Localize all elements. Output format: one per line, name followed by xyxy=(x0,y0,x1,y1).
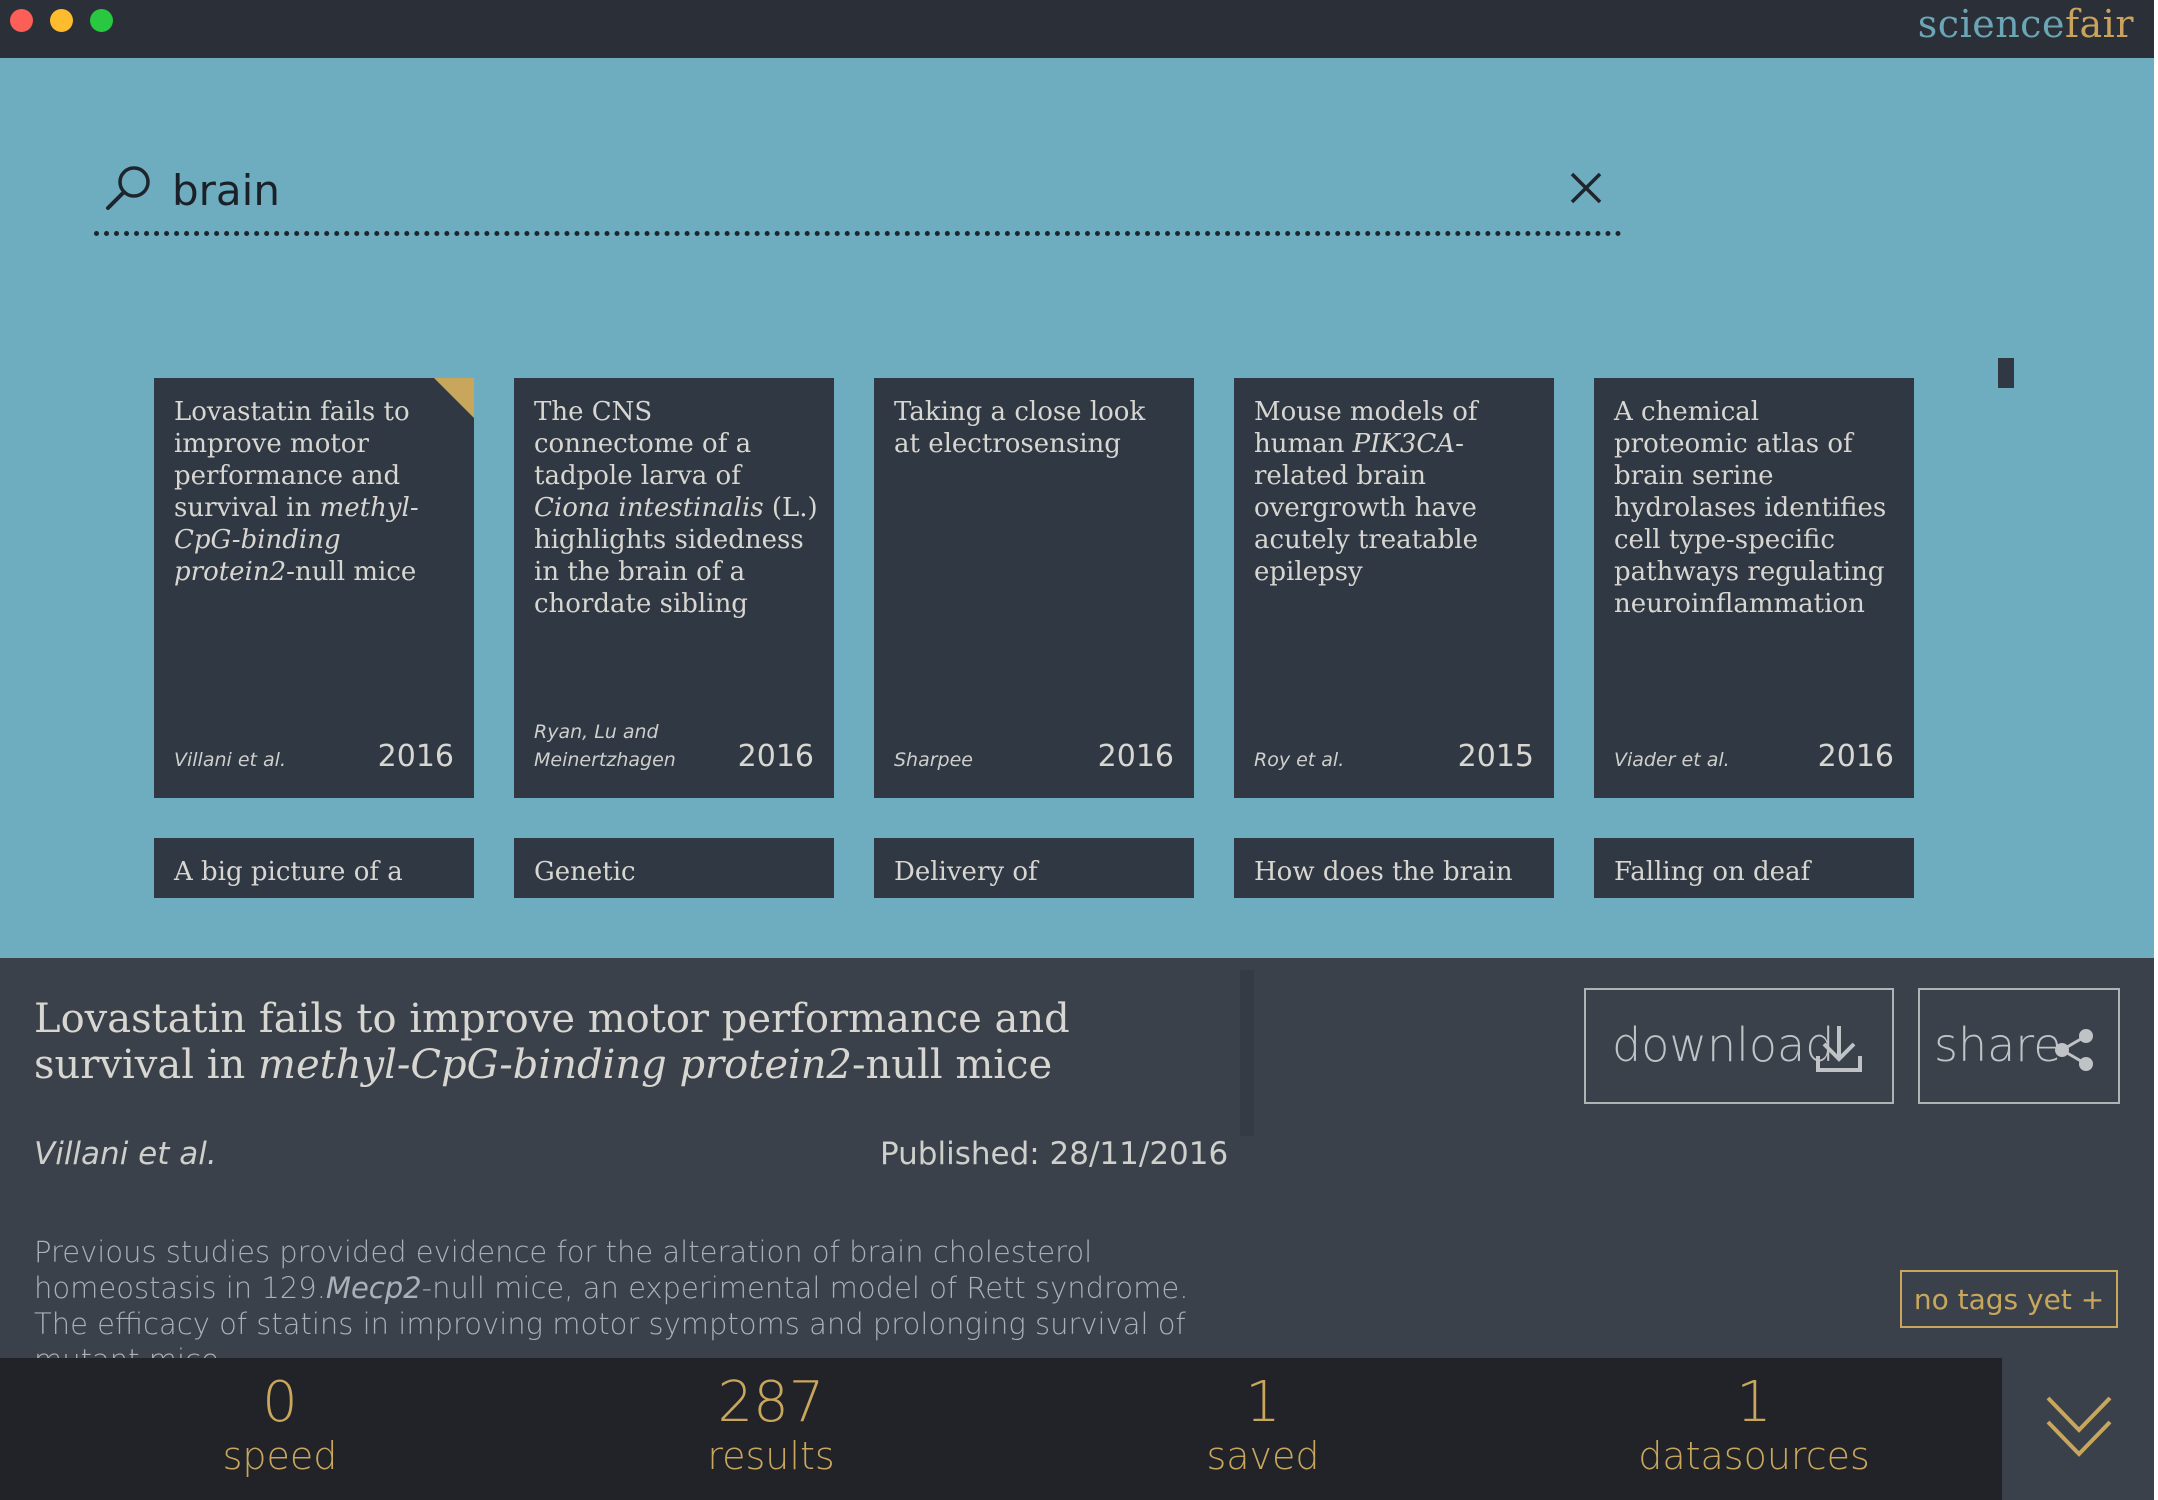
result-card[interactable]: The CNS connectome of a tadpole larva of… xyxy=(514,378,834,798)
title-bar: sciencefair xyxy=(0,0,2154,58)
search-bar xyxy=(94,154,1622,236)
chevron-double-down-icon xyxy=(2046,1396,2112,1457)
result-card-year: 2016 xyxy=(1817,739,1894,774)
stat-datasources-label: datasources xyxy=(1638,1434,1870,1478)
result-card[interactable]: Taking a close look at electrosensing Sha… xyxy=(874,378,1194,798)
result-card[interactable]: Delivery of xyxy=(874,838,1194,898)
share-icon xyxy=(2055,1029,2093,1071)
result-card[interactable]: A chemical proteomic atlas of brain seri… xyxy=(1594,378,1914,798)
stat-results-label: results xyxy=(707,1434,835,1478)
result-card-title: A big picture of a xyxy=(174,857,403,887)
app-logo: sciencefair xyxy=(1918,2,2134,46)
stats-footer: 0 speed 287 results 1 saved 1 datasource… xyxy=(0,1358,2002,1500)
stat-saved-label: saved xyxy=(1206,1434,1320,1478)
stat-speed-label: speed xyxy=(222,1434,338,1478)
stat-results: 287 results xyxy=(621,1370,921,1479)
search-input[interactable] xyxy=(172,160,1472,220)
result-card-year: 2016 xyxy=(377,739,454,774)
download-icon xyxy=(1816,1026,1862,1072)
detail-divider xyxy=(1240,970,1254,1136)
share-button[interactable]: share xyxy=(1918,988,2120,1104)
result-card-authors: Viader et al. xyxy=(1614,749,1730,771)
window-minimize-button[interactable] xyxy=(50,9,73,32)
detail-published-date: Published: 28/11/2016 xyxy=(880,1136,1229,1172)
search-icon xyxy=(106,166,150,210)
result-card-year: 2016 xyxy=(1097,739,1174,774)
result-card-title: Taking a close look at electrosensing xyxy=(894,397,1146,459)
result-card-authors: Roy et al. xyxy=(1254,749,1345,771)
app-logo-science: science xyxy=(1917,2,2065,46)
result-card[interactable]: Genetic xyxy=(514,838,834,898)
result-card-title: Lovastatin fails to improve motor perfor… xyxy=(174,397,419,587)
detail-abstract: Previous studies provided evidence for t… xyxy=(34,1235,1189,1377)
result-card-title: Delivery of xyxy=(894,857,1038,887)
result-card-title: Genetic xyxy=(534,857,636,887)
download-label: download xyxy=(1612,1018,1835,1072)
result-card[interactable]: A big picture of a xyxy=(154,838,474,898)
stat-saved: 1 saved xyxy=(1113,1370,1413,1479)
result-card[interactable]: Mouse models of human PIK3CA-related bra… xyxy=(1234,378,1554,798)
detail-title: Lovastatin fails to improve motor perfor… xyxy=(34,996,1070,1088)
result-card-title: A chemical proteomic atlas of brain seri… xyxy=(1614,397,1887,619)
stat-speed-value: 0 xyxy=(262,1370,298,1435)
stat-results-value: 287 xyxy=(717,1370,825,1435)
result-card-title: The CNS connectome of a tadpole larva of… xyxy=(534,397,818,619)
window-maximize-button[interactable] xyxy=(90,9,113,32)
result-card-authors: Ryan, Lu and Meinertzhagen xyxy=(534,721,676,771)
stat-datasources-value: 1 xyxy=(1736,1370,1772,1435)
scrollbar-thumb[interactable] xyxy=(1998,358,2014,388)
result-card-title: Falling on deaf xyxy=(1614,857,1811,887)
result-card[interactable]: How does the brain xyxy=(1234,838,1554,898)
result-card[interactable]: Lovastatin fails to improve motor perfor… xyxy=(154,378,474,798)
paper-detail-panel: Lovastatin fails to improve motor perfor… xyxy=(0,958,2154,1377)
app-logo-fair: fair xyxy=(2064,2,2134,46)
result-card-title: How does the brain xyxy=(1254,857,1513,887)
collapse-footer-button[interactable] xyxy=(2002,1358,2154,1500)
stat-speed: 0 speed xyxy=(130,1370,430,1479)
result-card-authors: Villani et al. xyxy=(174,749,286,771)
download-button[interactable]: download xyxy=(1584,988,1894,1104)
app-window: sciencefair Lovastatin fails to improve … xyxy=(0,0,2154,1500)
result-card[interactable]: Falling on deaf xyxy=(1594,838,1914,898)
close-icon[interactable] xyxy=(1568,170,1604,206)
window-close-button[interactable] xyxy=(10,9,33,32)
stat-datasources: 1 datasources xyxy=(1604,1370,1904,1479)
result-card-title: Mouse models of human PIK3CA-related bra… xyxy=(1254,397,1478,587)
result-card-authors: Sharpee xyxy=(894,749,973,771)
detail-authors: Villani et al. xyxy=(34,1136,217,1172)
search-area: Lovastatin fails to improve motor perfor… xyxy=(0,58,2154,958)
selected-indicator xyxy=(434,378,474,418)
add-tag-button[interactable]: no tags yet + xyxy=(1900,1270,2118,1328)
stat-saved-value: 1 xyxy=(1245,1370,1281,1435)
share-label: share xyxy=(1934,1018,2062,1072)
result-card-year: 2016 xyxy=(737,739,814,774)
result-card-year: 2015 xyxy=(1457,739,1534,774)
